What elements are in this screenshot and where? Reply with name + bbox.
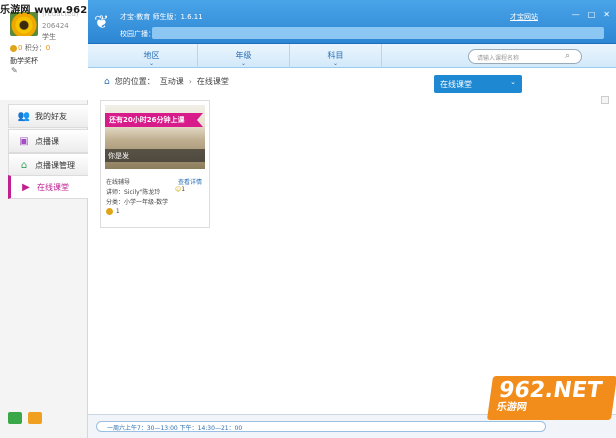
sidebar: (redacted) 206424 学生 0 积分：0 勤学奖杯 ✎ 👥 我的好… bbox=[0, 0, 88, 438]
maximize-button[interactable]: □ bbox=[588, 10, 596, 19]
tab-grade[interactable]: 年级 ⌄ bbox=[198, 44, 290, 68]
classroom-icon: ▶ bbox=[22, 181, 30, 193]
class-type-dropdown[interactable]: 在线课堂 ⌄ bbox=[434, 75, 522, 93]
coin-value: 1 bbox=[115, 208, 120, 215]
chevron-down-icon: ⌄ bbox=[332, 60, 339, 67]
filter-tabs: 地区 ⌄ 年级 ⌄ 科目 ⌄ 请输入课程名称 ⌕ bbox=[88, 44, 616, 68]
points-value: 0 bbox=[45, 44, 51, 52]
breadcrumb-label: 您的位置： bbox=[114, 77, 155, 86]
tab-label: 地区 bbox=[143, 51, 160, 60]
chevron-down-icon: ⌄ bbox=[240, 60, 247, 67]
chevron-down-icon: ⌄ bbox=[148, 60, 155, 67]
window-controls: — □ ✕ bbox=[572, 10, 610, 19]
tab-region[interactable]: 地区 ⌄ bbox=[106, 44, 198, 68]
broadcast-bar bbox=[152, 27, 604, 39]
course-teacher: 讲师：Sicily"陈龙玲 bbox=[106, 189, 161, 196]
sidebar-item-label: 我的好友 bbox=[35, 111, 67, 121]
friends-icon: 👥 bbox=[17, 110, 31, 122]
user-role: 学生 bbox=[42, 33, 56, 41]
tab-label: 年级 bbox=[235, 51, 252, 60]
minimize-button[interactable]: — bbox=[572, 10, 580, 19]
video-icon: ▣ bbox=[19, 135, 29, 147]
brand-sub: 乐游网 bbox=[495, 402, 528, 413]
breadcrumb-online[interactable]: 在线课堂 bbox=[197, 76, 229, 87]
badge-label: 勤学奖杯 bbox=[10, 57, 38, 65]
breadcrumb-separator: › bbox=[188, 77, 192, 86]
course-thumbnail[interactable]: 还有20小时26分钟上课 你是发 bbox=[105, 105, 205, 169]
user-id: 206424 bbox=[42, 22, 69, 30]
sidebar-item-label: 点播课 bbox=[35, 136, 59, 146]
sidebar-item-vod-manage[interactable]: ⌂ 点播课管理 bbox=[8, 153, 88, 177]
coin-icon bbox=[10, 44, 17, 52]
sidebar-item-online-classroom[interactable]: ▶ 在线课堂 bbox=[8, 175, 88, 199]
edit-icon[interactable]: ✎ bbox=[11, 66, 18, 75]
view-details-link[interactable]: 查看详情 bbox=[178, 177, 202, 186]
app-title: 才宝·教育 师生版：1.6.11 bbox=[120, 13, 203, 21]
sidebar-item-label: 点播课管理 bbox=[35, 160, 75, 170]
course-type: 在线辅导 bbox=[106, 179, 131, 186]
countdown-ribbon: 还有20小时26分钟上课 bbox=[105, 113, 203, 127]
main-content: ⌂ 您的位置： 互动课 › 在线课堂 在线课堂 ⌄ 还有20小时26分钟上课 你… bbox=[88, 68, 616, 414]
tab-subject[interactable]: 科目 ⌄ bbox=[290, 44, 382, 68]
chat-icon[interactable] bbox=[8, 412, 22, 424]
points-label: 积分： bbox=[24, 44, 46, 52]
brand-main: 962.NET bbox=[497, 378, 604, 403]
user-stats: 0 积分：0 bbox=[10, 43, 50, 53]
sidebar-item-label: 在线课堂 bbox=[37, 182, 69, 192]
course-category: 分类：小学一年级-数学 bbox=[106, 199, 169, 206]
website-link[interactable]: 才宝网站 bbox=[510, 12, 538, 22]
schedule-notice: 一周六上午7：30—13:00 下午：14:30—21：00 bbox=[96, 421, 546, 432]
title-bar: ❦ 才宝·教育 师生版：1.6.11 才宝网站 — □ ✕ 校园广播： bbox=[88, 0, 616, 44]
app-logo-icon: ❦ bbox=[94, 12, 110, 33]
breadcrumb-interactive[interactable]: 互动课 bbox=[160, 76, 184, 87]
home-icon[interactable]: ⌂ bbox=[104, 77, 110, 87]
course-card[interactable]: 还有20小时26分钟上课 你是发 在线辅导 查看详情 讲师：Sicily"陈龙玲… bbox=[100, 100, 210, 228]
collapse-icon[interactable] bbox=[601, 96, 609, 104]
sidebar-footer bbox=[8, 412, 42, 424]
course-caption: 你是发 bbox=[105, 149, 205, 162]
dropdown-value: 在线课堂 bbox=[440, 80, 472, 89]
learners-value: 1 bbox=[181, 186, 186, 193]
tab-label: 科目 bbox=[327, 51, 344, 60]
course-coins: 1 bbox=[106, 208, 120, 215]
learners-count: ☺1 bbox=[175, 186, 185, 193]
close-button[interactable]: ✕ bbox=[603, 10, 610, 19]
coin-count: 0 bbox=[18, 44, 23, 52]
brand-watermark: 962.NET 乐游网 bbox=[486, 376, 616, 420]
folder-icon[interactable] bbox=[28, 412, 42, 424]
broadcast-label: 校园广播： bbox=[120, 30, 155, 38]
sidebar-item-friends[interactable]: 👥 我的好友 bbox=[8, 104, 88, 128]
coin-icon bbox=[106, 208, 113, 215]
search-icon[interactable]: ⌕ bbox=[565, 51, 570, 61]
manage-icon: ⌂ bbox=[20, 159, 28, 171]
breadcrumb: ⌂ 您的位置： 互动课 › 在线课堂 bbox=[104, 76, 229, 87]
sidebar-item-vod[interactable]: ▣ 点播课 bbox=[8, 129, 88, 153]
chevron-down-icon: ⌄ bbox=[510, 78, 516, 86]
